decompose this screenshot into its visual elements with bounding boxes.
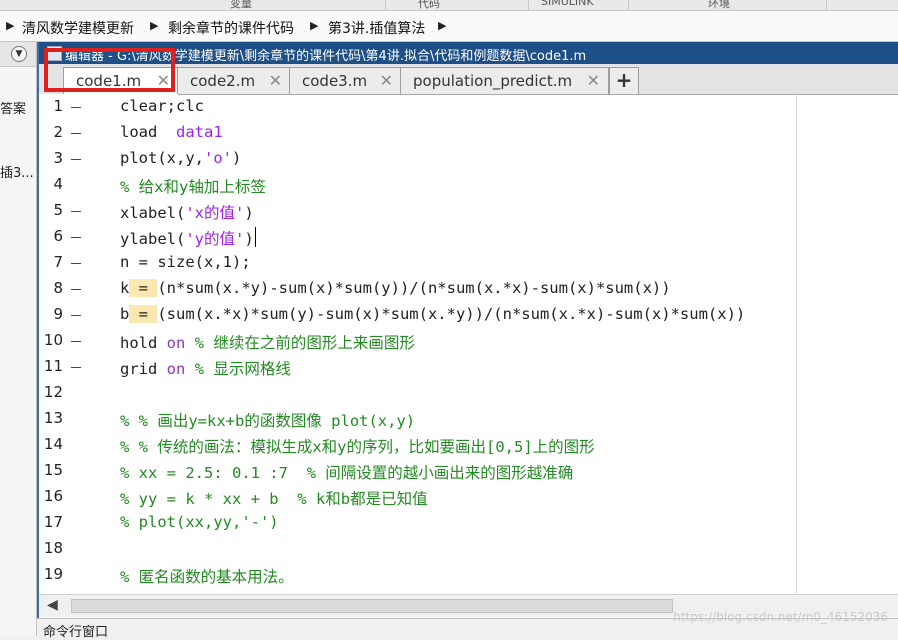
code-token: data1: [176, 123, 223, 141]
code-line[interactable]: ylabel('y的值'): [120, 227, 254, 249]
code-line[interactable]: b = (sum(x.*x)*sum(y)-sum(x)*sum(x.*y))/…: [120, 305, 745, 323]
toolstrip-label-environment[interactable]: 环境: [708, 0, 730, 10]
command-window-label: 命令行窗口: [43, 625, 109, 640]
path-segment[interactable]: 剩余章节的课件代码: [168, 18, 294, 38]
tab-label: population_predict.m: [413, 72, 573, 90]
path-segment[interactable]: 清风数学建模更新: [22, 18, 134, 38]
tab-code2[interactable]: code2.m ✕: [177, 67, 291, 94]
close-tab-icon[interactable]: ✕: [157, 71, 170, 90]
code-token: =: [129, 279, 158, 297]
code-line[interactable]: % xx = 2.5: 0.1 :7 % 间隔设置的越小画出来的图形越准确: [120, 461, 573, 483]
code-token: on: [166, 334, 186, 352]
code-token: ): [244, 204, 254, 222]
code-token: clear;clc: [120, 97, 204, 115]
code-token: % xx = 2.5: 0.1 :7 % 间隔设置的越小画出来的图形越准确: [120, 464, 574, 482]
code-token: hold: [120, 334, 167, 352]
toolstrip-label-variable[interactable]: 变量: [230, 0, 252, 10]
code-token: % 给x和y轴加上标签: [120, 178, 266, 196]
file-list-item[interactable]: 插3...: [0, 162, 34, 181]
code-line[interactable]: % yy = k * xx + b % k和b都是已知值: [120, 487, 428, 509]
code-token: % % 画出y=kx+b的函数图像 plot(x,y): [120, 412, 416, 430]
code-token: xlabel(: [120, 204, 186, 222]
path-segment[interactable]: 第3讲.插值算法: [328, 18, 425, 38]
tab-label: code1.m: [76, 72, 142, 90]
close-tab-icon[interactable]: ✕: [380, 71, 393, 90]
tab-label: code2.m: [190, 72, 256, 90]
code-line[interactable]: % % 画出y=kx+b的函数图像 plot(x,y): [120, 409, 415, 431]
panel-header: ▼: [0, 42, 36, 67]
code-line[interactable]: % % 传统的画法：模拟生成x和y的序列，比如要画出[0,5]上的图形: [120, 435, 595, 457]
close-tab-icon[interactable]: ✕: [269, 71, 282, 90]
toolstrip-label-code[interactable]: 代码: [418, 0, 440, 10]
tab-label: code3.m: [302, 72, 368, 90]
code-token: % % 传统的画法：模拟生成x和y的序列，比如要画出[0,5]上的图形: [120, 438, 595, 456]
code-line[interactable]: xlabel('x的值'): [120, 201, 254, 223]
code-token: plot(x,y,: [120, 149, 204, 167]
current-folder-path-bar: ▶ 清风数学建模更新 ▶ 剩余章节的课件代码 ▶ 第3讲.插值算法 ▶: [0, 11, 898, 42]
scroll-left-arrow-icon[interactable]: ◀: [47, 597, 58, 613]
toolstrip-label-simulink[interactable]: SIMULINK: [541, 0, 594, 8]
editor-titlebar: 编辑器 - G:\清风数学建模更新\剩余章节的课件代码\第4讲.拟合\代码和例题…: [39, 42, 898, 64]
code-token: % yy = k * xx + b % k和b都是已知值: [120, 490, 428, 508]
code-line[interactable]: n = size(x,1);: [120, 253, 251, 271]
code-line[interactable]: plot(x,y,'o'): [120, 149, 241, 167]
code-line[interactable]: hold on % 继续在之前的图形上来画图形: [120, 331, 415, 353]
code-token: ): [244, 230, 254, 248]
code-token: b: [120, 305, 130, 323]
code-line[interactable]: % plot(xx,yy,'-'): [120, 513, 279, 531]
path-arrow-icon[interactable]: ▶: [150, 19, 158, 32]
add-tab-button[interactable]: +: [609, 67, 639, 94]
code-token: % 显示网格线: [185, 360, 291, 378]
tab-code1[interactable]: code1.m ✕: [63, 67, 179, 95]
code-line[interactable]: % 给x和y轴加上标签: [120, 175, 266, 197]
toolstrip-sections: 变量 代码 SIMULINK 环境: [0, 0, 898, 11]
code-token: =: [129, 305, 158, 323]
text-cursor: [254, 227, 256, 247]
editor-title: 编辑器 - G:\清风数学建模更新\剩余章节的课件代码\第4讲.拟合\代码和例题…: [65, 49, 587, 64]
code-token: grid: [120, 360, 167, 378]
editor-window: 编辑器 - G:\清风数学建模更新\剩余章节的课件代码\第4讲.拟合\代码和例题…: [37, 42, 898, 618]
path-arrow-icon[interactable]: ▶: [6, 19, 14, 32]
code-token: ylabel(: [120, 230, 186, 248]
code-line[interactable]: grid on % 显示网格线: [120, 357, 291, 379]
code-token: on: [166, 360, 186, 378]
code-token: 'o': [204, 149, 232, 167]
code-token: ): [232, 149, 242, 167]
tab-code3[interactable]: code3.m ✕: [289, 67, 402, 94]
panel-menu-dropdown-icon[interactable]: ▼: [11, 46, 27, 62]
code-token: 'x的值': [185, 204, 245, 222]
code-token: % plot(xx,yy,'-'): [120, 513, 279, 531]
code-area[interactable]: clear;clc load data1 plot(x,y,'o') % 给x和y轴加…: [39, 94, 898, 594]
editor-icon: [47, 46, 62, 61]
code-token: n = size(x,1);: [120, 253, 251, 271]
scrollbar-thumb[interactable]: [71, 599, 673, 613]
close-tab-icon[interactable]: ✕: [587, 71, 600, 90]
code-line[interactable]: k = (n*sum(x.*y)-sum(x)*sum(y))/(n*sum(x…: [120, 279, 671, 297]
file-list-item[interactable]: 答案: [0, 98, 26, 117]
path-arrow-icon[interactable]: ▶: [310, 19, 318, 32]
code-line[interactable]: % 匿名函数的基本用法。: [120, 565, 294, 587]
tab-population-predict[interactable]: population_predict.m ✕: [400, 67, 609, 94]
code-token: load: [120, 123, 176, 141]
code-token: k: [120, 279, 130, 297]
code-line[interactable]: clear;clc: [120, 97, 204, 115]
editor-tab-bar: code1.m ✕ code2.m ✕ code3.m ✕ population…: [39, 64, 898, 95]
watermark: https://blog.csdn.net/m0_46152036: [673, 610, 888, 624]
code-token: % 匿名函数的基本用法。: [120, 568, 294, 586]
code-token: 'y的值': [185, 230, 245, 248]
path-arrow-icon[interactable]: ▶: [438, 19, 446, 32]
code-line[interactable]: load data1: [120, 123, 223, 141]
code-token: (sum(x.*x)*sum(y)-sum(x)*sum(x.*y))/(n*s…: [157, 305, 746, 323]
current-folder-panel: ▼ 答案 插3...: [0, 42, 37, 636]
code-token: % 继续在之前的图形上来画图形: [185, 334, 415, 352]
code-token: (n*sum(x.*y)-sum(x)*sum(y))/(n*sum(x.*x)…: [157, 279, 671, 297]
